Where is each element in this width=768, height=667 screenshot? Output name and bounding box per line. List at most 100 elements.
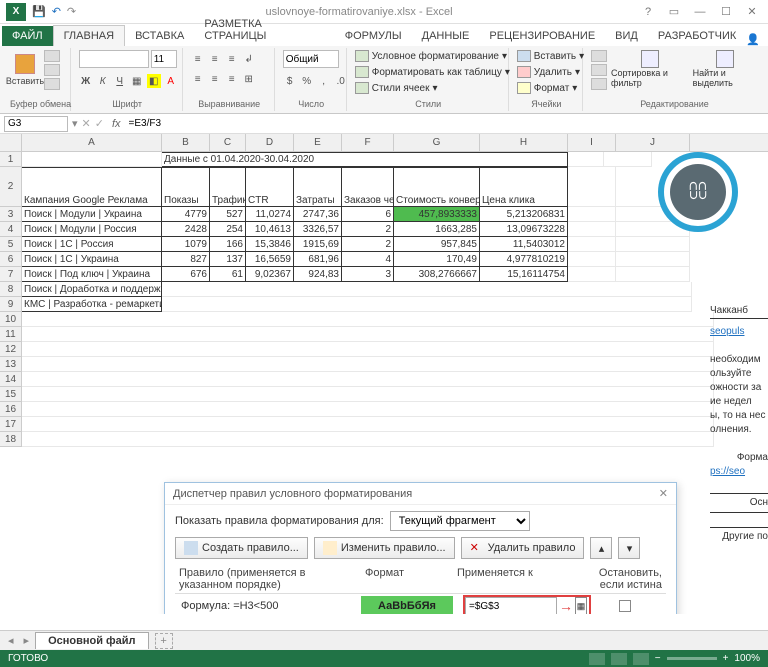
cell[interactable]: 170,49 — [394, 252, 480, 267]
cell[interactable]: 13,09673228 — [480, 222, 568, 237]
row-header[interactable]: 7 — [0, 267, 22, 282]
zoom-out-icon[interactable]: − — [655, 653, 661, 664]
close-icon[interactable]: ✕ — [740, 3, 764, 21]
edit-rule-button[interactable]: Изменить правило... — [314, 537, 455, 559]
cell[interactable]: 11,5403012 — [480, 237, 568, 252]
cell[interactable]: 5,213206831 — [480, 207, 568, 222]
cell[interactable]: 2747,36 — [294, 207, 342, 222]
select-all-corner[interactable] — [0, 134, 22, 151]
cell[interactable]: 137 — [210, 252, 246, 267]
cell[interactable]: 3 — [342, 267, 394, 282]
cell[interactable] — [616, 252, 690, 267]
cell[interactable]: 827 — [162, 252, 210, 267]
row-header[interactable]: 8 — [0, 282, 22, 297]
row-header[interactable]: 9 — [0, 297, 22, 312]
tab-insert[interactable]: ВСТАВКА — [125, 26, 194, 46]
col-header[interactable]: A — [22, 134, 162, 151]
cell[interactable]: 924,83 — [294, 267, 342, 282]
zoom-level[interactable]: 100% — [734, 653, 760, 664]
delete-cells-button[interactable]: Удалить ▾ — [517, 66, 580, 78]
cell[interactable]: 4,977810219 — [480, 252, 568, 267]
align-top-icon[interactable]: ≡ — [191, 52, 205, 66]
cell[interactable]: 1915,69 — [294, 237, 342, 252]
row-header[interactable]: 2 — [0, 167, 22, 207]
cell[interactable]: Трафик — [210, 167, 246, 207]
cell[interactable] — [568, 267, 616, 282]
percent-icon[interactable]: % — [300, 74, 314, 88]
view-pagebreak-icon[interactable] — [633, 653, 649, 665]
inc-dec-icon[interactable]: .0 — [334, 74, 348, 88]
cell[interactable]: 15,16114754 — [480, 267, 568, 282]
cell[interactable] — [568, 252, 616, 267]
cell[interactable]: 3326,57 — [294, 222, 342, 237]
applies-to-input[interactable] — [465, 597, 557, 614]
name-box[interactable] — [4, 116, 68, 132]
row-header[interactable]: 17 — [0, 417, 22, 432]
cell[interactable]: 2 — [342, 222, 394, 237]
cell[interactable]: 681,96 — [294, 252, 342, 267]
cell[interactable] — [616, 267, 690, 282]
cell[interactable]: 4779 — [162, 207, 210, 222]
col-header[interactable]: E — [294, 134, 342, 151]
cell[interactable] — [616, 237, 690, 252]
view-normal-icon[interactable] — [589, 653, 605, 665]
cell[interactable]: 2 — [342, 237, 394, 252]
cell[interactable] — [604, 152, 652, 167]
ribbon-options-icon[interactable]: ▭ — [662, 3, 686, 21]
italic-icon[interactable]: К — [96, 74, 110, 88]
delete-rule-button[interactable]: ✕Удалить правило — [461, 537, 585, 559]
find-select-button[interactable]: Найти и выделить — [693, 50, 758, 88]
tab-review[interactable]: РЕЦЕНЗИРОВАНИЕ — [479, 26, 605, 46]
cell[interactable]: CTR — [246, 167, 294, 207]
help-icon[interactable]: ? — [636, 3, 660, 21]
tab-data[interactable]: ДАННЫЕ — [412, 26, 480, 46]
tab-view[interactable]: ВИД — [605, 26, 648, 46]
col-header[interactable]: H — [480, 134, 568, 151]
merge-icon[interactable]: ⊞ — [242, 72, 256, 86]
account-icon[interactable]: 👤 — [746, 33, 760, 46]
qa-save[interactable]: 💾 — [32, 5, 46, 18]
row-header[interactable]: 16 — [0, 402, 22, 417]
row-header[interactable]: 14 — [0, 372, 22, 387]
col-header[interactable]: J — [616, 134, 690, 151]
font-color-icon[interactable]: A — [164, 74, 178, 88]
cell[interactable]: Поиск | Модули | Россия — [22, 222, 162, 237]
move-down-button[interactable]: ▾ — [618, 537, 640, 559]
cell[interactable]: 16,5659 — [246, 252, 294, 267]
cell[interactable]: 1663,285 — [394, 222, 480, 237]
wrap-icon[interactable]: ↲ — [242, 52, 256, 66]
col-header[interactable]: C — [210, 134, 246, 151]
conditional-formatting-button[interactable]: Условное форматирование ▾ — [355, 50, 507, 62]
cell[interactable]: Кампания Google Реклама — [22, 167, 162, 207]
cell[interactable] — [568, 222, 616, 237]
minimize-icon[interactable]: — — [688, 3, 712, 21]
cell[interactable]: 457,8933333 — [394, 207, 480, 222]
format-cells-button[interactable]: Формат ▾ — [517, 82, 578, 94]
cell[interactable] — [22, 327, 714, 342]
cell[interactable]: 6 — [342, 207, 394, 222]
maximize-icon[interactable]: ☐ — [714, 3, 738, 21]
cell[interactable]: 61 — [210, 267, 246, 282]
cell-styles-button[interactable]: Стили ячеек ▾ — [355, 82, 438, 94]
row-header[interactable]: 10 — [0, 312, 22, 327]
cell[interactable]: 9,02367 — [246, 267, 294, 282]
zoom-slider[interactable] — [667, 657, 717, 660]
cell[interactable] — [22, 357, 714, 372]
align-center-icon[interactable]: ≡ — [208, 72, 222, 86]
fx-enter-icon[interactable]: ✓ — [95, 117, 104, 130]
cell[interactable] — [22, 152, 162, 167]
tab-developer[interactable]: РАЗРАБОТЧИК — [648, 26, 746, 46]
cell[interactable]: 4 — [342, 252, 394, 267]
fx-icon[interactable]: fx — [108, 118, 125, 130]
col-header[interactable]: G — [394, 134, 480, 151]
cell[interactable]: Поиск | 1С | Россия — [22, 237, 162, 252]
cell[interactable]: КМС | Разработка - ремаркетинг | Украина — [22, 297, 162, 312]
side-link[interactable]: seopuls — [710, 326, 744, 337]
dialog-close-icon[interactable]: ✕ — [659, 487, 668, 500]
border-icon[interactable]: ▦ — [130, 74, 144, 88]
cell[interactable] — [162, 297, 692, 312]
cell[interactable] — [568, 167, 616, 207]
cell[interactable]: 527 — [210, 207, 246, 222]
sheet-nav-prev-icon[interactable]: ◂ — [4, 634, 18, 647]
fx-cancel-icon[interactable]: ✕ — [82, 117, 91, 130]
